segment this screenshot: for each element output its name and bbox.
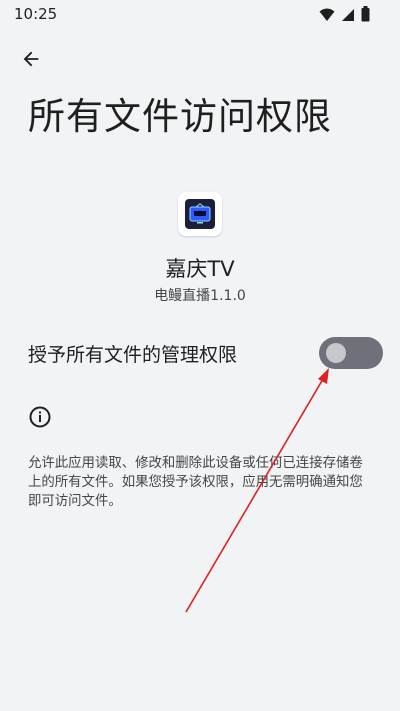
permission-row[interactable]: 授予所有文件的管理权限 xyxy=(0,328,400,378)
status-icons xyxy=(319,6,370,26)
status-bar: 10:25 xyxy=(0,0,400,28)
signal-icon xyxy=(341,7,355,26)
wifi-icon xyxy=(319,7,335,26)
page-title: 所有文件访问权限 xyxy=(28,95,332,138)
permission-toggle[interactable] xyxy=(319,337,383,369)
toggle-thumb xyxy=(326,343,346,363)
back-button[interactable] xyxy=(14,42,48,76)
permission-label: 授予所有文件的管理权限 xyxy=(28,344,238,366)
status-time: 10:25 xyxy=(14,5,58,23)
arrow-back-icon xyxy=(23,51,39,67)
app-version: 电鳗直播1.1.0 xyxy=(154,288,246,304)
battery-icon xyxy=(361,6,370,26)
screen: 10:25 所有文件访问权限 嘉庆TV 电鳗直播1.1.0 授予所有文件的管理权… xyxy=(0,0,400,711)
app-tv-icon xyxy=(178,192,222,236)
permission-description: 允许此应用读取、修改和删除此设备或任何已连接存储卷上的所有文件。如果您授予该权限… xyxy=(28,456,363,509)
info-icon xyxy=(28,405,52,429)
app-name: 嘉庆TV xyxy=(165,257,235,281)
